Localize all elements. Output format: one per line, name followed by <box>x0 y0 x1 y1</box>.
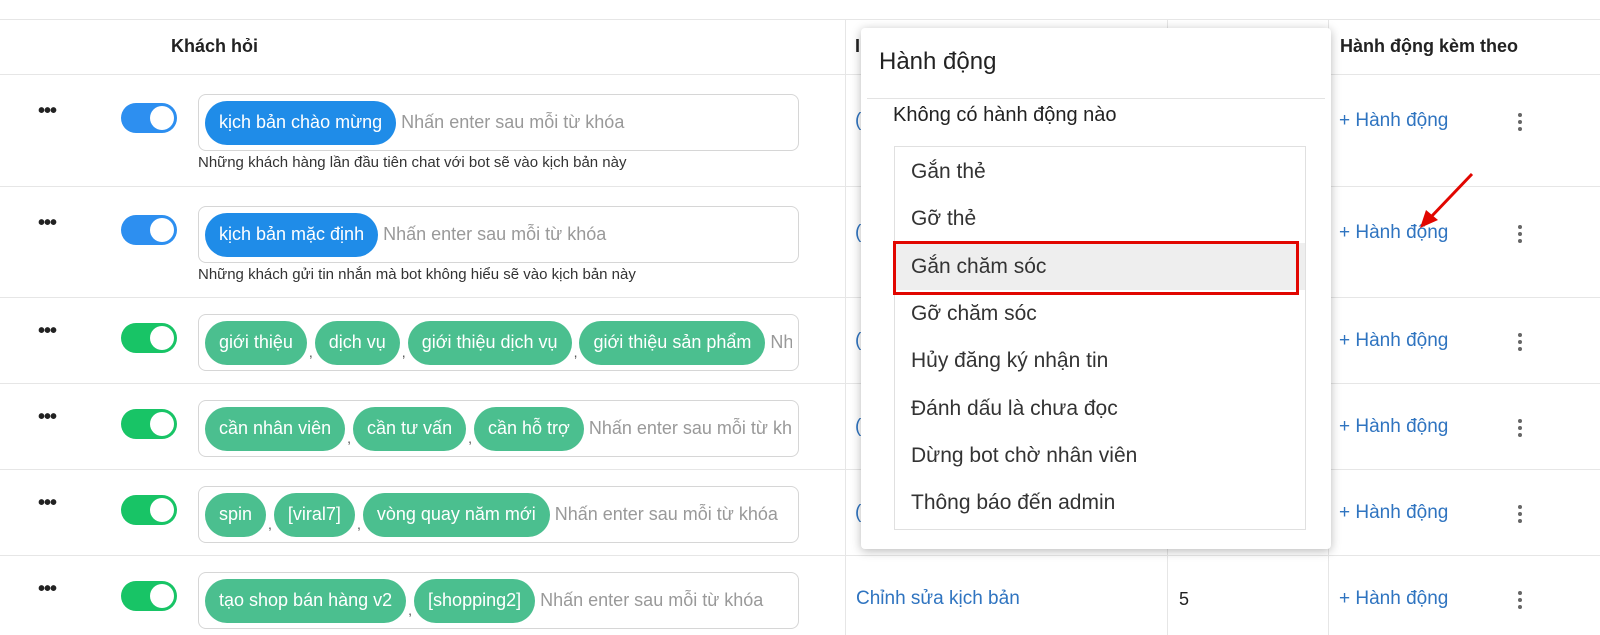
keyword-input-box[interactable]: kịch bản mặc định <box>198 206 799 263</box>
table-row: ••• giới thiệu, dịch vụ, giới thiệu dịch vụ… <box>0 297 1600 383</box>
keyword-tag[interactable]: cần hỗ trợ <box>473 406 584 451</box>
tag-separator: , <box>468 429 472 446</box>
keyword-input-box[interactable]: tạo shop bán hàng v2, [shopping2] <box>198 572 799 629</box>
dropdown-separator <box>867 98 1325 99</box>
toggle-knob <box>150 412 174 436</box>
keyword-input[interactable] <box>554 504 792 525</box>
add-action-link[interactable]: + Hành động <box>1339 330 1448 352</box>
keyword-tag[interactable]: tạo shop bán hàng v2 <box>205 578 407 623</box>
keyword-tag[interactable]: cần tư vấn <box>352 406 467 451</box>
keyword-tag[interactable]: [viral7] <box>273 492 355 537</box>
row-enable-toggle[interactable] <box>121 409 177 439</box>
tag-separator: , <box>408 601 413 618</box>
dropdown-none-option[interactable]: Không có hành động nào <box>893 104 1117 127</box>
row-description: Những khách gửi tin nhắn mà bot không hi… <box>198 266 636 283</box>
header-followup-action: Hành động kèm theo <box>1340 36 1519 56</box>
keyword-input[interactable] <box>588 418 792 439</box>
dropdown-option[interactable]: Thông báo đến admin <box>895 479 1305 526</box>
table-row: ••• kịch bản chào mừng Những khách hàng lầ… <box>0 74 1600 186</box>
row-more-icon[interactable] <box>1517 333 1523 354</box>
row-menu-icon[interactable]: ••• <box>38 406 57 429</box>
keyword-input[interactable] <box>770 332 792 353</box>
keyword-tag[interactable]: kịch bản chào mừng <box>205 100 397 145</box>
toggle-knob <box>150 584 174 608</box>
dropdown-option[interactable]: Đánh dấu là chưa đọc <box>895 385 1305 432</box>
keyword-tag[interactable]: vòng quay năm mới <box>362 492 550 537</box>
dropdown-option-list: Gắn thẻ Gỡ thẻ Gắn chăm sóc Gỡ chăm sóc Hủy … <box>894 146 1306 530</box>
row-menu-icon[interactable]: ••• <box>38 100 57 123</box>
dropdown-option[interactable]: Hủy đăng ký nhận tin <box>895 337 1305 384</box>
toggle-knob <box>150 218 174 242</box>
tag-separator: , <box>401 343 406 360</box>
row-more-icon[interactable] <box>1517 419 1523 440</box>
row-enable-toggle[interactable] <box>121 495 177 525</box>
keyword-input-box[interactable]: cần nhân viên, cần tư vấn, cần hỗ trợ <box>198 400 799 457</box>
add-action-link[interactable]: + Hành động <box>1339 588 1448 610</box>
keyword-tag[interactable]: spin <box>205 492 267 537</box>
tag-separator: , <box>308 343 313 360</box>
keyword-input-box[interactable]: giới thiệu, dịch vụ, giới thiệu dịch vụ, gi… <box>198 314 799 371</box>
tag-separator: , <box>356 515 361 532</box>
table-header: Khách hỏi I Hành động kèm theo <box>0 19 1600 74</box>
keyword-input[interactable] <box>540 590 792 611</box>
row-count: 5 <box>1179 589 1190 609</box>
table-row: ••• tạo shop bán hàng v2,[shopping2] Chỉnh… <box>0 555 1600 635</box>
row-enable-toggle[interactable] <box>121 581 177 611</box>
header-question: Khách hỏi <box>171 36 259 56</box>
row-enable-toggle[interactable] <box>121 215 177 245</box>
dropdown-option[interactable]: Gắn thẻ <box>895 148 1305 195</box>
toggle-knob <box>150 498 174 522</box>
toggle-knob <box>150 106 174 130</box>
keyword-tag[interactable]: cần nhân viên <box>205 406 346 451</box>
row-menu-icon[interactable]: ••• <box>38 578 57 601</box>
tag-separator: , <box>268 515 272 532</box>
row-menu-icon[interactable]: ••• <box>38 492 57 515</box>
red-arrow-annotation <box>1420 172 1474 228</box>
row-more-icon[interactable] <box>1517 591 1523 612</box>
row-menu-icon[interactable]: ••• <box>38 320 57 343</box>
row-more-icon[interactable] <box>1517 113 1523 134</box>
dropdown-option[interactable]: Dừng bot chờ nhân viên <box>895 432 1305 479</box>
table-row: •••cần nhân viên,cần tư vấn,cần hỗ trợ(+… <box>0 383 1600 469</box>
row-description: Những khách hàng lần đầu tiên chat với b… <box>198 154 627 171</box>
add-action-link[interactable]: + Hành động <box>1339 416 1448 438</box>
tag-separator: , <box>573 343 578 360</box>
keyword-tag[interactable]: giới thiệu sản phẩm <box>579 320 766 365</box>
highlight-annotation <box>893 241 1299 295</box>
keyword-tag[interactable]: giới thiệu <box>205 320 307 365</box>
row-more-icon[interactable] <box>1517 505 1523 526</box>
keyword-tag[interactable]: [shopping2] <box>414 578 536 623</box>
header-partial: I <box>855 36 861 56</box>
add-action-link[interactable]: + Hành động <box>1339 502 1448 524</box>
row-enable-toggle[interactable] <box>121 103 177 133</box>
keyword-tag[interactable]: dịch vụ <box>314 320 400 365</box>
table-row: •••spin,[viral7],vòng quay năm mới(+ Hàn… <box>0 469 1600 555</box>
row-menu-icon[interactable]: ••• <box>38 212 57 235</box>
table-row: ••• kịch bản mặc định Những khách gửi tin … <box>0 186 1600 297</box>
row-more-icon[interactable] <box>1517 225 1523 246</box>
edit-script-link[interactable]: Chỉnh sửa kịch bản <box>856 588 1020 610</box>
dropdown-title: Hành động <box>879 48 997 75</box>
tag-separator: , <box>347 429 351 446</box>
keyword-input-box[interactable]: spin, [viral7], vòng quay năm mới <box>198 486 799 543</box>
keyword-input-box[interactable]: kịch bản chào mừng <box>198 94 799 151</box>
keyword-tag[interactable]: giới thiệu dịch vụ <box>407 320 572 365</box>
dropdown-option[interactable]: Gỡ thẻ <box>895 195 1305 242</box>
row-enable-toggle[interactable] <box>121 323 177 353</box>
keyword-input[interactable] <box>401 112 792 133</box>
toggle-knob <box>150 326 174 350</box>
add-action-link[interactable]: + Hành động <box>1339 110 1448 132</box>
dropdown-option[interactable]: Gỡ chăm sóc <box>895 290 1305 337</box>
keyword-tag[interactable]: kịch bản mặc định <box>205 212 379 257</box>
keyword-input[interactable] <box>383 224 792 245</box>
